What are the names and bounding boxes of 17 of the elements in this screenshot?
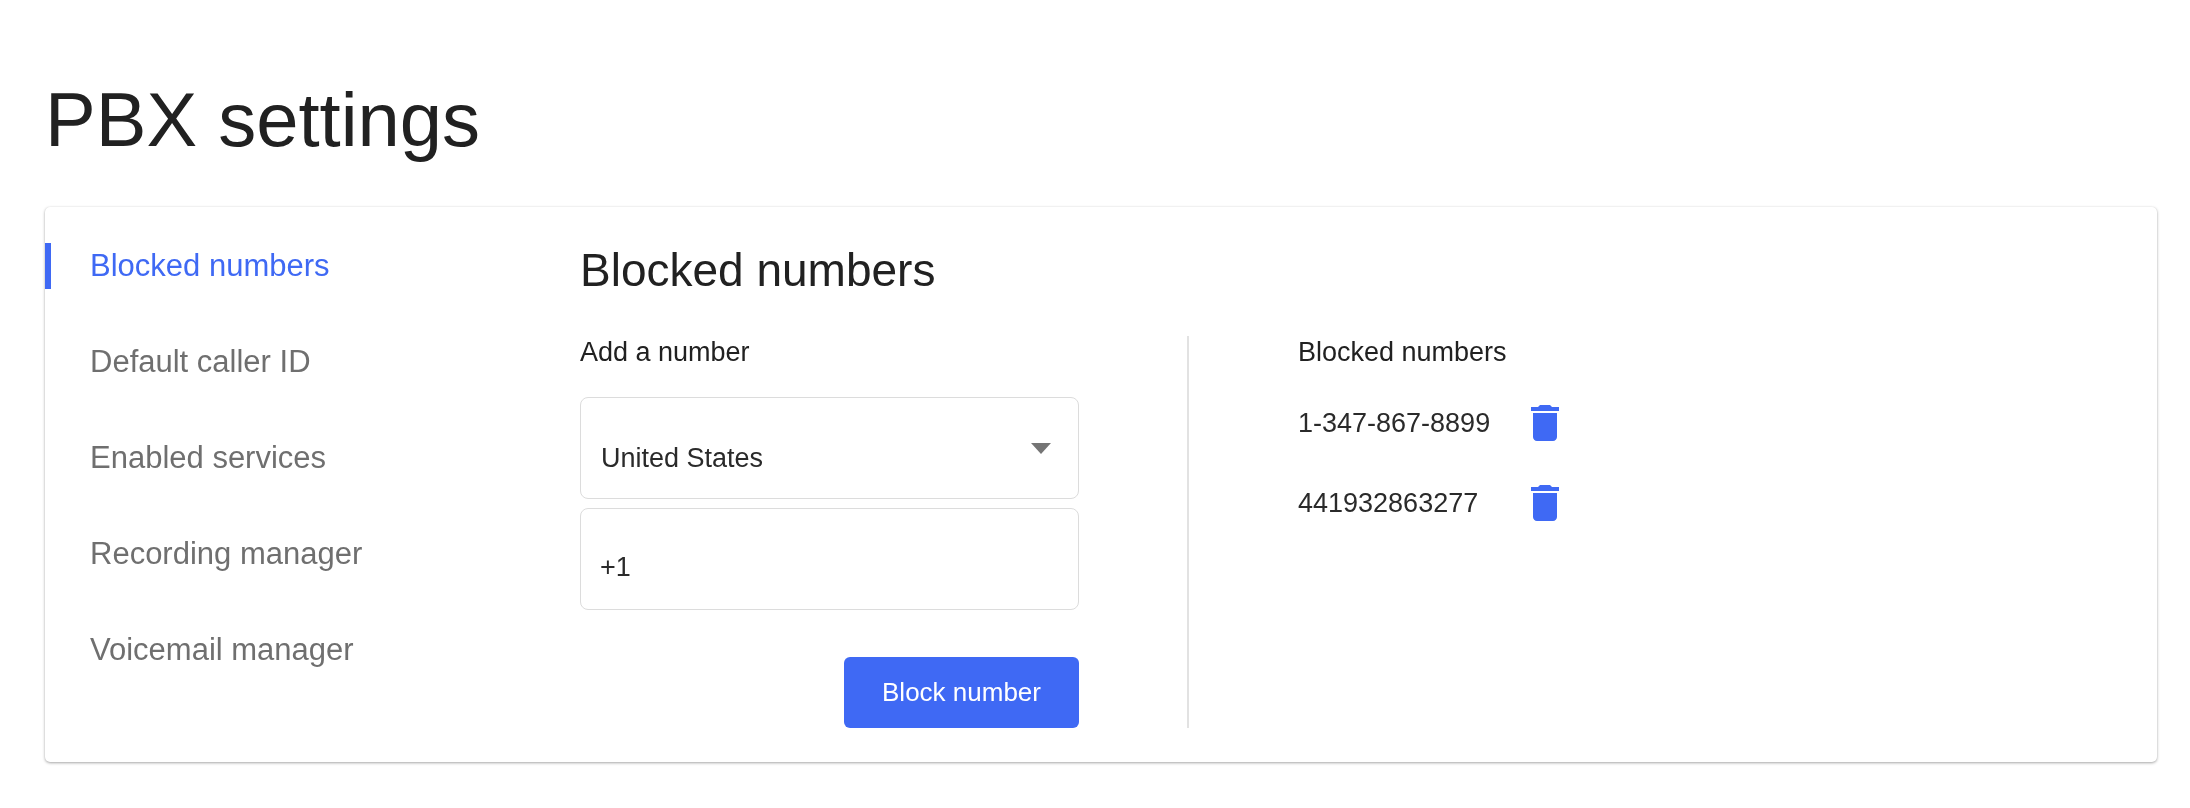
sidebar-item[interactable]: Enabled services — [45, 434, 327, 481]
sidebar-item[interactable]: Voicemail manager — [45, 626, 354, 673]
block-number-button[interactable]: Block number — [844, 657, 1079, 729]
sidebar-item[interactable]: Default caller ID — [45, 338, 311, 385]
sidebar-item[interactable]: Blocked numbers — [45, 242, 330, 289]
sidebar-item[interactable]: Recording manager — [45, 530, 363, 577]
blocked-number: 441932863277 — [1298, 487, 1479, 519]
blocked-numbers-label: Blocked numbers — [1298, 336, 1507, 369]
caret-icon — [1031, 442, 1051, 454]
page-title: PBX settings — [45, 76, 481, 164]
section-heading: Blocked numbers — [580, 242, 936, 298]
blocked-number: 1-347-867-8899 — [1298, 407, 1491, 439]
trash-icon[interactable] — [1531, 485, 1559, 522]
trash-icon[interactable] — [1531, 405, 1559, 442]
add-number-label: Add a number — [580, 336, 750, 369]
country-select[interactable]: United States — [580, 397, 1079, 500]
phone-number-field[interactable]: +1 — [580, 508, 1079, 611]
